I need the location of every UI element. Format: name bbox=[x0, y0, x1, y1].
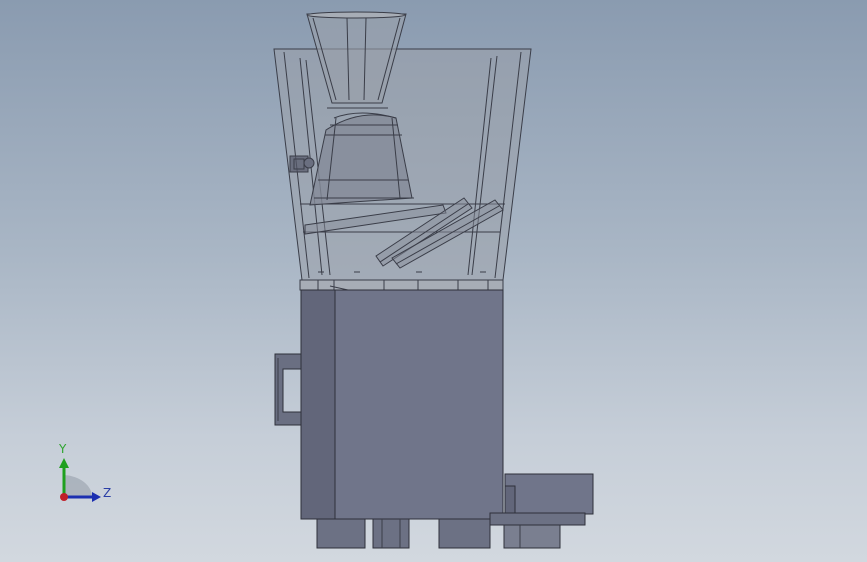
orientation-triad bbox=[59, 458, 101, 502]
cad-viewport[interactable]: Y Z bbox=[0, 0, 867, 562]
y-axis-label: Y bbox=[59, 442, 67, 456]
z-axis-label: Z bbox=[103, 486, 112, 500]
triad-plane-icon bbox=[64, 475, 93, 497]
origin-icon bbox=[60, 493, 68, 501]
